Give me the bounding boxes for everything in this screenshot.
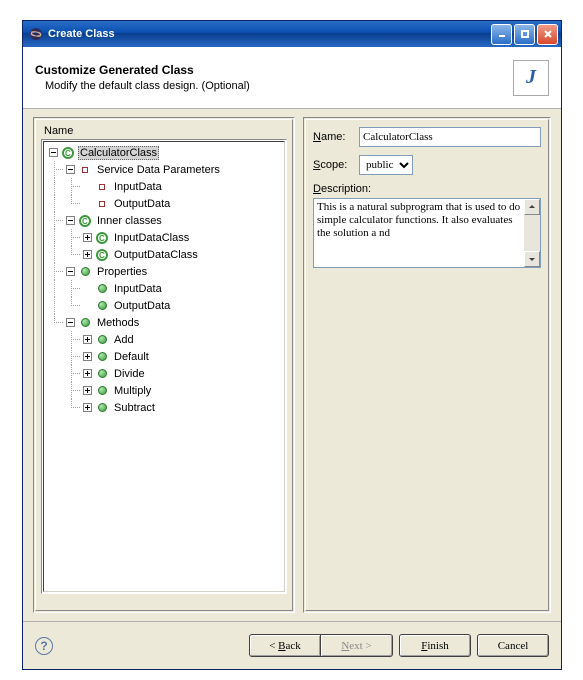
tree-group-label[interactable]: Properties (95, 265, 149, 279)
parameter-icon (95, 180, 109, 194)
expand-toggle[interactable] (66, 267, 75, 276)
description-text[interactable]: This is a natural subprogram that is use… (314, 199, 524, 267)
expand-toggle[interactable] (66, 216, 75, 225)
tree-leaf-label[interactable]: InputData (112, 180, 164, 194)
tree-group[interactable]: Service Data Parameters (46, 161, 282, 178)
method-icon (95, 333, 109, 347)
wizard-header: Customize Generated Class Modify the def… (23, 47, 561, 109)
method-group-icon (78, 316, 92, 330)
parameter-group-icon (78, 163, 92, 177)
expand-toggle[interactable] (83, 386, 92, 395)
name-input[interactable] (359, 127, 541, 147)
class-icon: C (61, 146, 75, 160)
window-title: Create Class (48, 28, 491, 40)
tree-leaf-label[interactable]: InputData (112, 282, 164, 296)
titlebar: Create Class (23, 21, 561, 47)
method-icon (95, 384, 109, 398)
tree-viewer[interactable]: C CalculatorClass (41, 139, 287, 594)
tree-leaf-label[interactable]: Add (112, 333, 136, 347)
expand-toggle[interactable] (66, 165, 75, 174)
scope-label: Scope: (313, 159, 359, 171)
parameter-icon (95, 197, 109, 211)
tree-leaf[interactable]: Add (46, 331, 282, 348)
tree-leaf[interactable]: InputData (46, 178, 282, 195)
expand-toggle[interactable] (83, 369, 92, 378)
tree-root-label[interactable]: CalculatorClass (78, 146, 159, 160)
tree-leaf-label[interactable]: InputDataClass (112, 231, 191, 245)
close-button[interactable] (537, 24, 558, 45)
tree-leaf[interactable]: Multiply (46, 382, 282, 399)
tree-group-label[interactable]: Inner classes (95, 214, 164, 228)
next-button: Next > (321, 634, 393, 657)
tree-leaf-label[interactable]: Default (112, 350, 151, 364)
svg-text:C: C (99, 234, 105, 243)
tree-group[interactable]: Methods (46, 314, 282, 331)
svg-text:C: C (65, 149, 71, 158)
method-icon (95, 401, 109, 415)
tree-leaf[interactable]: OutputData (46, 195, 282, 212)
expand-toggle[interactable] (83, 403, 92, 412)
class-icon: C (78, 214, 92, 228)
tree-leaf[interactable]: InputData (46, 280, 282, 297)
minimize-button[interactable] (491, 24, 512, 45)
button-bar: ? < Back Next > Finish Cancel (23, 621, 561, 669)
expand-toggle[interactable] (83, 352, 92, 361)
tree-group-label[interactable]: Methods (95, 316, 141, 330)
tree-leaf-label[interactable]: OutputData (112, 299, 172, 313)
expand-toggle[interactable] (83, 233, 92, 242)
tree-leaf[interactable]: Subtract (46, 399, 282, 416)
description-label: Description: (313, 183, 541, 195)
tree-leaf[interactable]: OutputData (46, 297, 282, 314)
scroll-down-icon[interactable] (524, 251, 540, 267)
tree-leaf[interactable]: Divide (46, 365, 282, 382)
tree-leaf[interactable]: C InputDataClass (46, 229, 282, 246)
class-icon: C (95, 231, 109, 245)
tree-leaf-label[interactable]: Subtract (112, 401, 157, 415)
tree-root[interactable]: C CalculatorClass (46, 144, 282, 161)
property-group-icon (78, 265, 92, 279)
method-icon (95, 367, 109, 381)
svg-text:C: C (82, 217, 88, 226)
tree-leaf-label[interactable]: OutputDataClass (112, 248, 200, 262)
method-icon (95, 350, 109, 364)
tree-column-header: Name (41, 123, 287, 139)
svg-text:C: C (99, 251, 105, 260)
description-textarea[interactable]: This is a natural subprogram that is use… (313, 198, 541, 268)
tree-leaf[interactable]: C OutputDataClass (46, 246, 282, 263)
page-subtitle: Modify the default class design. (Option… (45, 80, 513, 92)
detail-panel: Name: Scope: public Description: This is… (303, 117, 551, 613)
maximize-button[interactable] (514, 24, 535, 45)
tree-leaf-label[interactable]: OutputData (112, 197, 172, 211)
tree-group[interactable]: C Inner classes (46, 212, 282, 229)
page-title: Customize Generated Class (35, 63, 513, 77)
back-button[interactable]: < Back (249, 634, 321, 657)
tree-group[interactable]: Properties (46, 263, 282, 280)
expand-toggle[interactable] (83, 335, 92, 344)
expand-toggle[interactable] (66, 318, 75, 327)
java-file-icon: J (513, 60, 549, 96)
scroll-up-icon[interactable] (524, 199, 540, 215)
tree-panel: Name C CalculatorClass (33, 117, 295, 613)
property-icon (95, 282, 109, 296)
tree-leaf-label[interactable]: Divide (112, 367, 147, 381)
expand-toggle[interactable] (49, 148, 58, 157)
expand-toggle[interactable] (83, 250, 92, 259)
cancel-button[interactable]: Cancel (477, 634, 549, 657)
scope-select[interactable]: public (359, 155, 413, 175)
finish-button[interactable]: Finish (399, 634, 471, 657)
tree-leaf[interactable]: Default (46, 348, 282, 365)
class-icon: C (95, 248, 109, 262)
eclipse-icon (28, 26, 44, 42)
property-icon (95, 299, 109, 313)
dialog-window: Create Class Customize Generated Class M… (22, 20, 562, 670)
help-icon[interactable]: ? (35, 637, 53, 655)
name-label: Name: (313, 131, 359, 143)
tree-group-label[interactable]: Service Data Parameters (95, 163, 222, 177)
scrollbar[interactable] (524, 199, 540, 267)
tree-leaf-label[interactable]: Multiply (112, 384, 153, 398)
